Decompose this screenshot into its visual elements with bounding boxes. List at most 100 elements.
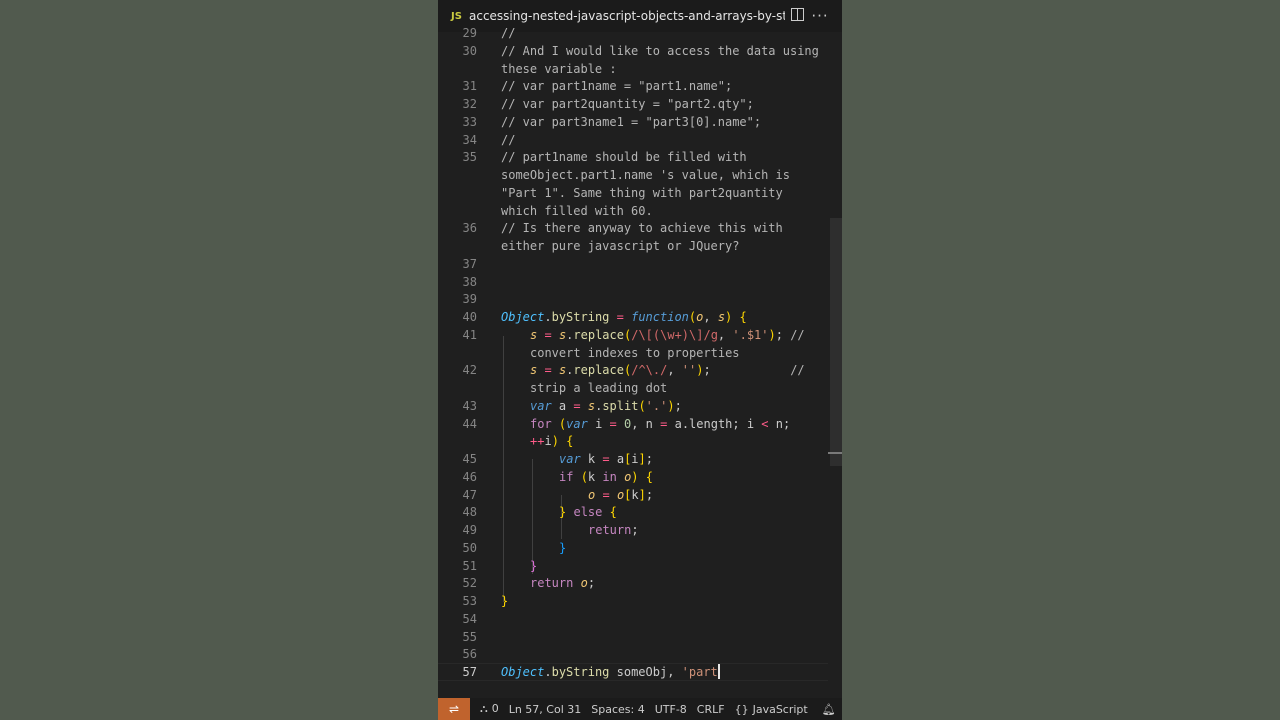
line-number: 42	[462, 363, 477, 378]
line-number: 54	[462, 611, 477, 626]
code-line: someObject.part1.name 's value, which is	[438, 167, 828, 185]
line-number: 31	[462, 79, 477, 94]
code-line: 39	[438, 291, 828, 309]
code-text: //	[501, 132, 516, 147]
code-text: Object.byString = function(o, s) {	[501, 310, 747, 324]
code-line: 55	[438, 629, 828, 647]
line-number: 36	[462, 221, 477, 236]
text-cursor	[717, 664, 720, 679]
code-text: someObject.part1.name 's value, which is	[501, 168, 790, 182]
code-text: // var part3name1 = "part3[0].name";	[501, 114, 762, 129]
line-number: 41	[462, 327, 477, 342]
code-line: strip a leading dot	[438, 380, 828, 398]
code-line: 40 Object.byString = function(o, s) {	[438, 309, 828, 327]
code-line: 52 return o;	[438, 575, 828, 593]
ellipsis-icon: ···	[811, 7, 829, 25]
code-line: 48 } else {	[438, 504, 828, 522]
code-line: 41 s = s.replace(/\[(\w+)\]/g, '.$1'); //	[438, 327, 828, 345]
code-line: 50}	[438, 540, 828, 558]
code-line: 30 // And I would like to access the data…	[438, 43, 828, 61]
code-editor[interactable]: 29 // 30 // And I would like to access the…	[438, 25, 842, 688]
code-line: 32 // var part2quantity = "part2.qty";	[438, 96, 828, 114]
remote-button[interactable]: ⇌	[438, 698, 470, 720]
code-text: s = s.replace(/\[(\w+)\]/g, '.$1'); //	[530, 327, 805, 342]
code-text: var a = s.split('.');	[530, 398, 682, 413]
line-number: 43	[462, 398, 477, 413]
javascript-file-icon: JS	[451, 10, 462, 22]
code-line: 53}	[438, 593, 828, 611]
code-text: }	[530, 558, 538, 573]
code-line: which filled with 60.	[438, 203, 828, 221]
scrollbar-cursor-marker	[828, 452, 842, 454]
code-line: 43 var a = s.split('.');	[438, 398, 828, 416]
code-line: these variable :	[438, 61, 828, 79]
code-text: return;	[588, 523, 639, 537]
braces-icon: {}	[734, 702, 749, 716]
problems-indicator[interactable]: ⛬ 0	[480, 702, 499, 716]
more-actions-button[interactable]: ···	[811, 7, 829, 25]
line-number: 44	[462, 416, 477, 431]
problems-count: 0	[491, 702, 499, 715]
encoding-setting[interactable]: UTF-8	[655, 703, 687, 716]
code-text: for (var i = 0, n = a.length; i < n;	[530, 416, 791, 431]
code-text[interactable]: Object.byString someObj, 'part	[501, 664, 720, 682]
file-title[interactable]: accessing-nested-javascript-objects-and-…	[469, 9, 785, 23]
line-number: 57	[462, 665, 477, 679]
line-number: 38	[462, 274, 477, 289]
line-number: 48	[462, 505, 477, 520]
line-number: 29	[462, 26, 477, 40]
code-text: o = o[k];	[588, 487, 654, 502]
code-text: return o;	[530, 576, 596, 591]
notifications-bell-icon[interactable]: 🔔︎	[822, 703, 836, 716]
code-text: //	[501, 26, 516, 40]
split-editor-icon	[790, 8, 804, 21]
line-number: 53	[462, 594, 477, 608]
status-bar: ⇌ ⛬ 0 Ln 57, Col 31 Spaces: 4 UTF-8 CRLF …	[438, 698, 842, 720]
line-number: 33	[462, 114, 477, 129]
line-number: 55	[462, 629, 477, 644]
line-number: 52	[462, 576, 477, 591]
language-mode[interactable]: {} JavaScript	[735, 703, 808, 716]
code-line: 37	[438, 256, 828, 274]
code-line: 29 //	[438, 25, 828, 43]
code-line: 38	[438, 274, 828, 292]
code-line: 49 return;	[438, 522, 828, 540]
code-text: // Is there anyway to achieve this with	[501, 221, 783, 236]
line-number: 40	[462, 310, 477, 324]
line-number: 32	[462, 97, 477, 111]
code-line: 34 //	[438, 132, 828, 150]
eol-setting[interactable]: CRLF	[697, 703, 725, 716]
code-line: 33 // var part3name1 = "part3[0].name";	[438, 114, 828, 132]
code-text: } else {	[559, 505, 617, 520]
line-number: 30	[462, 43, 477, 58]
code-text: convert indexes to properties	[530, 345, 740, 360]
split-editor-button[interactable]	[788, 7, 806, 25]
line-number: 51	[462, 558, 477, 573]
code-line: either pure javascript or JQuery?	[438, 238, 828, 256]
scrollbar-thumb[interactable]	[830, 218, 842, 466]
line-number: 35	[462, 150, 477, 165]
code-text: // And I would like to access the data u…	[501, 43, 819, 58]
remote-icon: ⇌	[448, 702, 460, 716]
code-line: 36 // Is there anyway to achieve this wit…	[438, 220, 828, 238]
line-number: 39	[462, 292, 477, 307]
indentation-setting[interactable]: Spaces: 4	[591, 703, 644, 716]
line-number: 50	[462, 540, 477, 555]
line-number: 49	[462, 523, 477, 537]
code-line: 51}	[438, 558, 828, 576]
code-line: ++i) {	[438, 433, 828, 451]
line-number: 34	[462, 132, 477, 147]
cursor-position[interactable]: Ln 57, Col 31	[509, 703, 582, 716]
code-text: // var part1name = "part1.name";	[501, 79, 733, 94]
code-line: 54	[438, 611, 828, 629]
code-line: 31 // var part1name = "part1.name";	[438, 78, 828, 96]
code-text: }	[501, 594, 509, 608]
line-number: 37	[462, 256, 477, 271]
line-number: 56	[462, 647, 477, 662]
code-line: 46 if (k in o) {	[438, 469, 828, 487]
line-number: 45	[462, 452, 477, 466]
code-line: 45 var k = a[i];	[438, 451, 828, 469]
code-line: convert indexes to properties	[438, 345, 828, 363]
code-text: if (k in o) {	[559, 469, 653, 484]
code-line: 35 // part1name should be filled with	[438, 149, 828, 167]
